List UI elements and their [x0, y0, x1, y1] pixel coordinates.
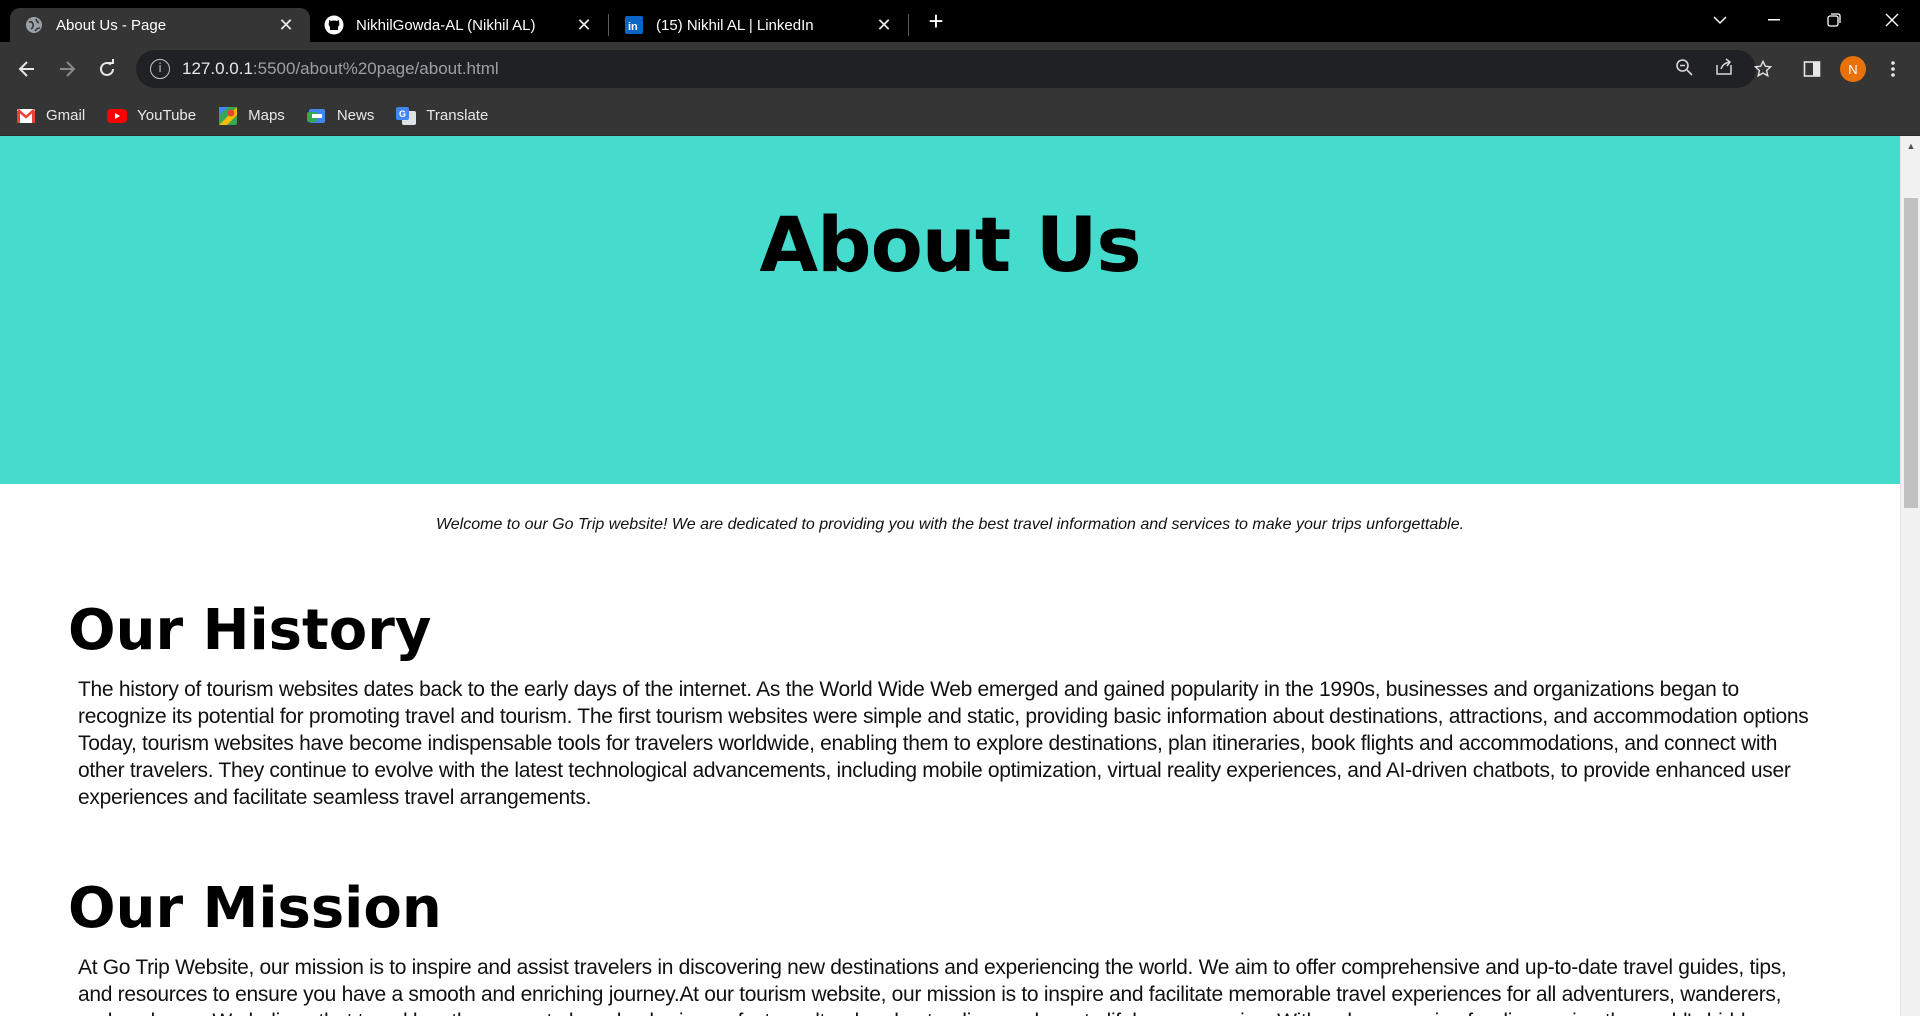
- translate-icon: G: [396, 106, 417, 125]
- hero-banner: About Us: [0, 136, 1900, 484]
- avatar: N: [1840, 56, 1866, 82]
- url-text: 127.0.0.1:5500/about%20page/about.html: [182, 59, 499, 78]
- svg-text:G: G: [399, 109, 406, 119]
- gmail-icon: [16, 108, 36, 124]
- section-title-mission: Our Mission: [68, 876, 442, 941]
- close-icon[interactable]: ✕: [274, 13, 298, 37]
- close-icon[interactable]: ✕: [872, 13, 896, 37]
- profile-avatar[interactable]: N: [1836, 52, 1870, 86]
- github-icon: [324, 15, 344, 35]
- back-icon[interactable]: [10, 52, 44, 86]
- tab-about-us[interactable]: About Us - Page ✕: [10, 8, 310, 42]
- new-tab-button[interactable]: +: [922, 8, 950, 36]
- tab-title: NikhilGowda-AL (Nikhil AL): [356, 16, 536, 34]
- svg-text:in: in: [628, 21, 638, 33]
- bookmark-label: News: [336, 107, 375, 124]
- minimize-icon[interactable]: [1746, 0, 1802, 40]
- welcome-tagline: Welcome to our Go Trip website! We are d…: [435, 516, 1465, 533]
- zoom-icon[interactable]: [1672, 58, 1696, 82]
- reload-icon[interactable]: [90, 52, 124, 86]
- globe-icon: [24, 15, 44, 35]
- bookmark-label: Translate: [426, 107, 489, 124]
- bookmark-youtube[interactable]: YouTube: [107, 107, 196, 124]
- tab-separator: [908, 14, 909, 36]
- star-icon[interactable]: [1746, 52, 1780, 86]
- maps-icon: [218, 106, 238, 125]
- news-icon: [306, 108, 327, 124]
- restore-icon[interactable]: [1806, 0, 1862, 40]
- section-body-history: The history of tourism websites dates ba…: [78, 678, 1809, 809]
- bookmark-label: Maps: [248, 107, 285, 124]
- bookmark-translate[interactable]: G Translate: [396, 106, 489, 125]
- close-window-icon[interactable]: [1864, 0, 1920, 40]
- side-panel-icon[interactable]: [1795, 52, 1829, 86]
- scroll-up-icon[interactable]: ▲: [1901, 136, 1920, 156]
- youtube-icon: [107, 108, 128, 124]
- vertical-scrollbar[interactable]: ▲: [1900, 136, 1920, 1016]
- close-icon[interactable]: ✕: [572, 13, 596, 37]
- linkedin-icon: in: [624, 15, 644, 35]
- bookmark-news[interactable]: News: [306, 107, 375, 124]
- page-title: About Us: [759, 200, 1141, 289]
- forward-icon[interactable]: [50, 52, 84, 86]
- tab-separator: [608, 14, 609, 36]
- tab-github[interactable]: NikhilGowda-AL (Nikhil AL) ✕: [310, 8, 608, 42]
- tab-search-icon[interactable]: [1692, 0, 1748, 40]
- section-title-history: Our History: [68, 598, 432, 663]
- section-body-mission: At Go Trip Website, our mission is to in…: [78, 956, 1787, 1016]
- page-viewport: About Us Welcome to our Go Trip website!…: [0, 136, 1920, 1016]
- share-icon[interactable]: [1712, 58, 1736, 82]
- bookmark-label: YouTube: [137, 107, 197, 124]
- bookmark-label: Gmail: [46, 107, 86, 124]
- browser-toolbar: i 127.0.0.1:5500/about%20page/about.html…: [0, 42, 1920, 96]
- menu-icon[interactable]: [1876, 52, 1910, 86]
- bookmark-gmail[interactable]: Gmail: [16, 107, 85, 124]
- address-bar[interactable]: i 127.0.0.1:5500/about%20page/about.html: [136, 50, 1756, 88]
- bookmark-maps[interactable]: Maps: [218, 106, 285, 125]
- tab-strip: About Us - Page ✕ NikhilGowda-AL (Nikhil…: [0, 0, 1920, 42]
- bookmarks-bar: Gmail YouTube Maps News G Translate: [0, 96, 1920, 136]
- site-info-icon[interactable]: i: [150, 59, 170, 79]
- tab-linkedin[interactable]: in (15) Nikhil AL | LinkedIn ✕: [610, 8, 908, 42]
- scrollbar-thumb[interactable]: [1904, 198, 1918, 508]
- tab-title: (15) Nikhil AL | LinkedIn: [656, 16, 814, 34]
- tab-title: About Us - Page: [56, 16, 167, 34]
